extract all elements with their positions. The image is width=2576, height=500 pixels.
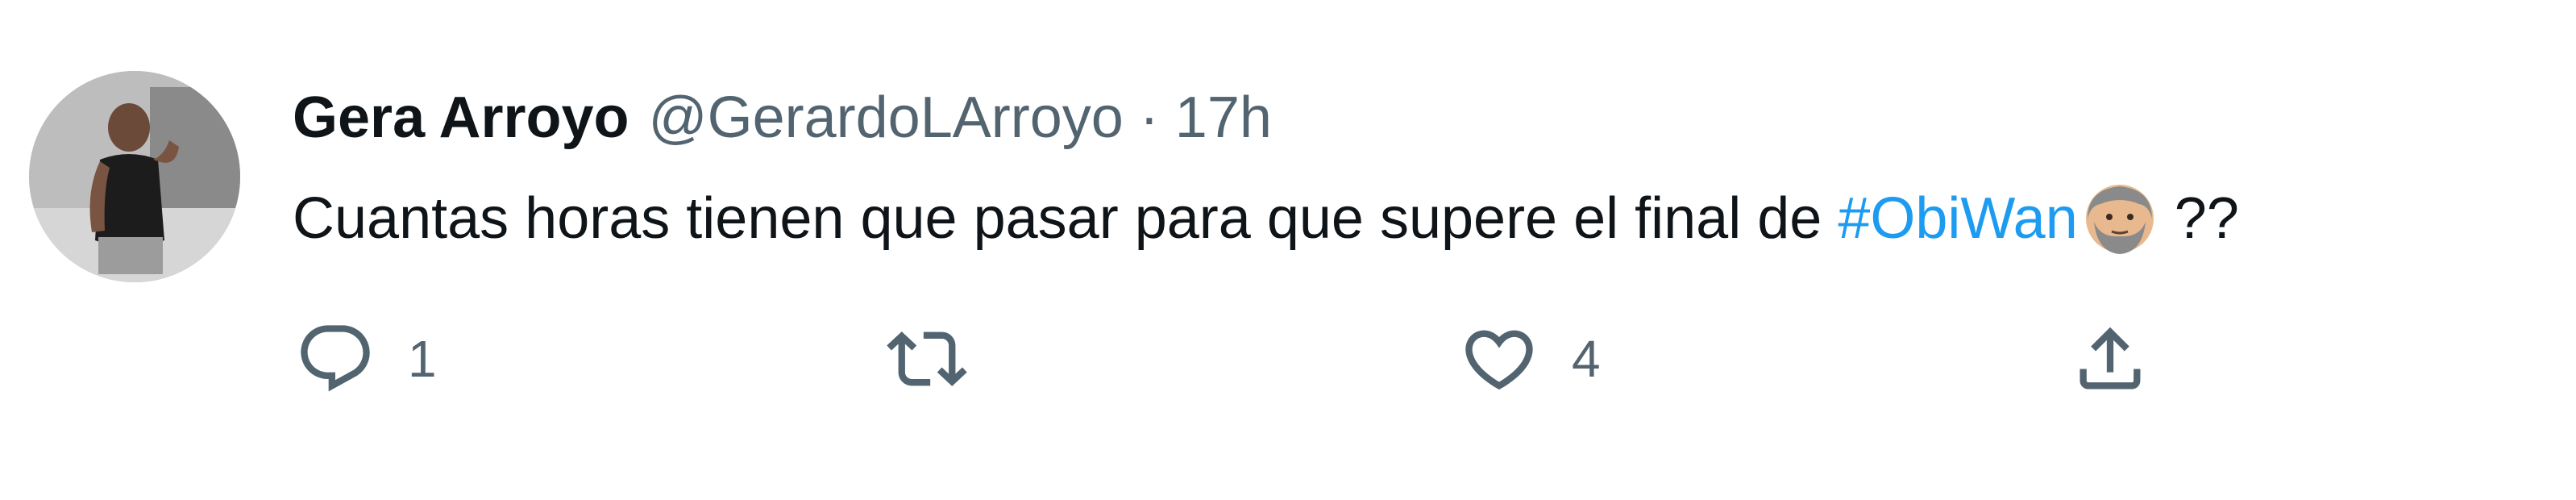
old-man-bearded-face-emoji xyxy=(2083,181,2157,256)
hashtag-link[interactable]: #ObiWan xyxy=(1838,190,2077,248)
avatar[interactable] xyxy=(29,71,240,282)
reply-icon xyxy=(295,319,376,399)
share-button[interactable] xyxy=(2070,306,2150,411)
reply-button[interactable]: 1 xyxy=(295,306,437,411)
tweet-text: Cuantas horas tienen que pasar para que … xyxy=(293,174,2239,263)
display-name[interactable]: Gera Arroyo xyxy=(293,89,629,147)
tweet: Gera Arroyo @GerardoLArroyo · 17h Cuanta… xyxy=(0,0,2576,500)
share-icon xyxy=(2070,319,2150,399)
like-count: 4 xyxy=(1572,330,1601,388)
tweet-text-suffix: ?? xyxy=(2174,186,2239,251)
retweet-button[interactable] xyxy=(887,306,999,411)
separator-dot: · xyxy=(1139,85,1159,150)
like-button[interactable]: 4 xyxy=(1459,306,1601,411)
tweet-timestamp[interactable]: 17h xyxy=(1175,89,1272,147)
tweet-header: Gera Arroyo @GerardoLArroyo · 17h xyxy=(293,74,1272,161)
heart-icon xyxy=(1459,319,1539,399)
tweet-actions: 1 4 xyxy=(0,306,2576,411)
reply-count: 1 xyxy=(408,330,437,388)
retweet-icon xyxy=(887,319,967,399)
tweet-text-main: Cuantas horas tienen que pasar para que … xyxy=(293,186,1822,251)
avatar-photo xyxy=(29,71,240,282)
user-handle[interactable]: @GerardoLArroyo xyxy=(648,89,1123,147)
